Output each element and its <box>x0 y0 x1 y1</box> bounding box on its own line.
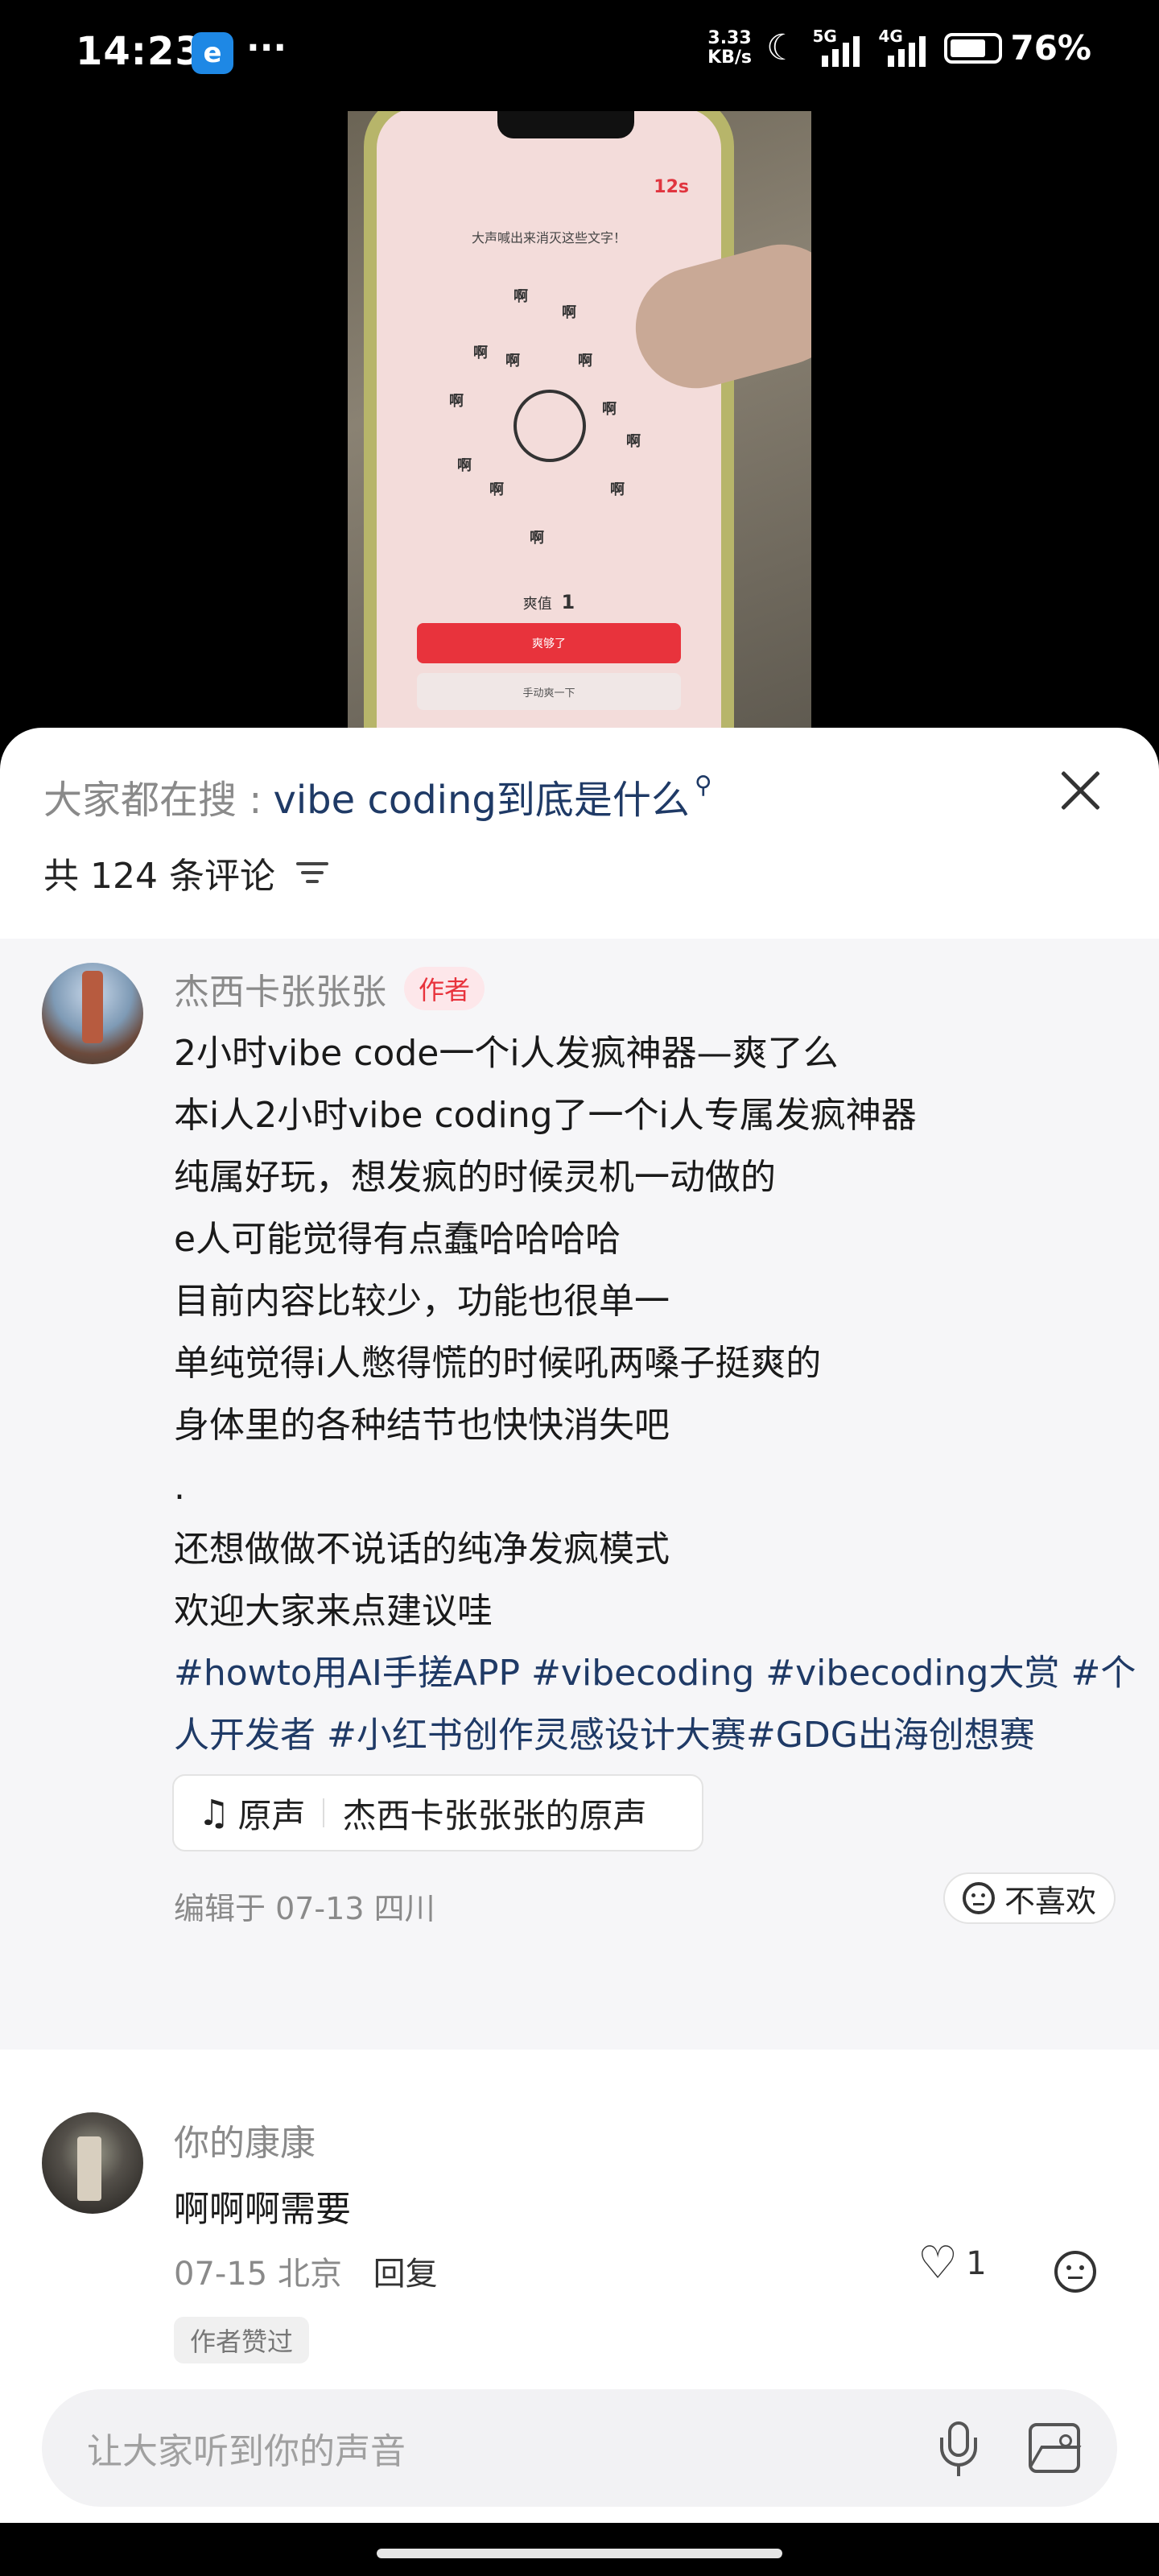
comment-line: 还想做做不说话的纯净发疯模式 <box>174 1529 670 1570</box>
dislike-button[interactable]: 不喜欢 <box>942 1872 1116 1924</box>
score-label: 爽值 <box>522 596 552 613</box>
ahh-text: 啊 <box>473 345 488 361</box>
like-count: 1 <box>966 2245 987 2282</box>
comment-item: 你的康康 啊啊啊需要 07-15 北京 回复 ♡ 1 作者赞过 <box>0 2112 1159 2402</box>
comment-input-placeholder: 让大家听到你的声音 <box>87 2431 406 2472</box>
comment-text[interactable]: 啊啊啊需要 <box>174 2180 351 2231</box>
status-indicators: 3.33 KB/s ☾ 5G 4G 76% <box>707 26 1091 69</box>
ahh-text: 啊 <box>626 433 641 450</box>
comment-count: 共 124 条评论 <box>43 847 332 898</box>
comment-meta: 07-15 北京 回复 <box>174 2248 438 2294</box>
face-illustration <box>514 390 586 462</box>
search-suggestion[interactable]: 大家都在搜 : vibe coding到底是什么 ⚲ <box>43 768 712 824</box>
ahh-text: 啊 <box>562 304 576 321</box>
sound-label: 原声 <box>237 1795 306 1835</box>
comment-count-label: 共 124 条评论 <box>43 856 275 897</box>
like-button[interactable]: ♡ 1 <box>918 2241 987 2286</box>
video-secondary-button: 手动爽一下 <box>417 673 681 710</box>
more-notifications-icon: ··· <box>246 27 287 68</box>
music-note-icon: ♫ <box>198 1792 230 1834</box>
ahh-text: 啊 <box>505 353 520 369</box>
app-notification-icon: e <box>192 32 233 74</box>
close-button[interactable] <box>1058 768 1103 813</box>
author-comment-text: 2小时vibe code一个i人发疯神器—爽了么 本i人2小时vibe codi… <box>174 1022 1136 1828</box>
heart-icon: ♡ <box>918 2237 959 2289</box>
moon-icon: ☾ <box>766 27 798 68</box>
signal-4g-icon: 4G <box>878 26 930 67</box>
comment-line: . <box>174 1467 185 1508</box>
image-icon[interactable] <box>1029 2423 1080 2473</box>
video-timer: 12s <box>654 177 689 197</box>
comment-line: e人可能觉得有点蠢哈哈哈哈 <box>174 1219 621 1260</box>
author-name-row: 杰西卡张张张 作者 <box>174 963 485 1014</box>
hashtag-line[interactable]: #howto用AI手搓APP #vibecoding #vibecoding大赏… <box>174 1642 1136 1704</box>
avatar[interactable] <box>42 963 143 1064</box>
home-indicator[interactable] <box>377 2549 782 2558</box>
network-speed-value: 3.33 <box>707 27 752 48</box>
comment-line: 2小时vibe code一个i人发疯神器—爽了么 <box>174 1033 839 1074</box>
comment-line: 目前内容比较少，功能也很单一 <box>174 1281 670 1322</box>
comment-line: 身体里的各种结节也快快消失吧 <box>174 1405 670 1446</box>
avatar[interactable] <box>42 2112 143 2214</box>
network-speed: 3.33 KB/s <box>707 27 753 68</box>
ahh-text: 啊 <box>602 401 617 418</box>
comment-line: 纯属好玩，想发疯的时候灵机一动做的 <box>174 1157 776 1198</box>
edit-meta: 编辑于 07-13 四川 <box>174 1891 435 1926</box>
comment-line: 单纯觉得i人憋得慌的时候吼两嗓子挺爽的 <box>174 1343 822 1384</box>
video-player[interactable]: 12s 大声喊出来消灭这些文字！ 啊 啊 啊 啊 啊 啊 啊 啊 啊 啊 啊 啊… <box>0 106 1159 734</box>
network-speed-unit: KB/s <box>707 47 753 68</box>
ahh-text: 啊 <box>457 457 472 474</box>
sound-name: 杰西卡张张张的原声 <box>342 1795 647 1835</box>
comment-date-location: 07-15 北京 <box>174 2256 342 2293</box>
ahh-text: 啊 <box>610 481 625 498</box>
comment-line: 欢迎大家来点建议哇 <box>174 1591 493 1632</box>
status-bar: 14:23 e ··· 3.33 KB/s ☾ 5G 4G 76% <box>0 0 1159 106</box>
author-comment: 杰西卡张张张 作者 2小时vibe code一个i人发疯神器—爽了么 本i人2小… <box>0 939 1159 2050</box>
author-name[interactable]: 杰西卡张张张 <box>174 963 386 1014</box>
battery-indicator: 76% <box>944 28 1091 68</box>
video-prompt: 大声喊出来消灭这些文字！ <box>471 230 626 246</box>
dislike-label: 不喜欢 <box>1004 1883 1096 1919</box>
author-badge: 作者 <box>404 967 485 1010</box>
battery-percent: 76% <box>1010 28 1091 68</box>
dislike-face-icon[interactable] <box>1054 2251 1096 2293</box>
original-sound-pill[interactable]: ♫ 原声 杰西卡张张张的原声 <box>172 1774 703 1852</box>
video-primary-button: 爽够了 <box>417 623 681 663</box>
ahh-text: 啊 <box>578 353 592 369</box>
commenter-name[interactable]: 你的康康 <box>174 2114 316 2165</box>
ahh-text: 啊 <box>449 393 464 410</box>
comments-sheet: 大家都在搜 : vibe coding到底是什么 ⚲ 共 124 条评论 杰西卡… <box>0 728 1159 2523</box>
ahh-text: 啊 <box>514 288 528 305</box>
phone-in-video: 12s 大声喊出来消灭这些文字！ 啊 啊 啊 啊 啊 啊 啊 啊 啊 啊 啊 啊… <box>364 111 734 734</box>
search-suggestion-query[interactable]: vibe coding到底是什么 <box>273 768 689 824</box>
sort-icon[interactable] <box>295 861 332 885</box>
hashtag-line[interactable]: 人开发者 #小红书创作灵感设计大赛#GDG出海创想赛 <box>174 1704 1116 1766</box>
reply-button[interactable]: 回复 <box>373 2256 438 2293</box>
signal-5g-icon: 5G <box>812 26 864 67</box>
microphone-icon[interactable] <box>940 2421 977 2476</box>
phone-screen: 12s 大声喊出来消灭这些文字！ 啊 啊 啊 啊 啊 啊 啊 啊 啊 啊 啊 啊… <box>377 111 721 734</box>
search-suggestion-prefix: 大家都在搜 : <box>43 778 262 823</box>
author-liked-badge: 作者赞过 <box>174 2317 310 2363</box>
search-icon: ⚲ <box>694 770 712 799</box>
battery-icon <box>944 32 1003 64</box>
ahh-text: 啊 <box>530 530 544 547</box>
signal-5g-label: 5G <box>812 26 837 46</box>
ahh-text: 啊 <box>489 481 504 498</box>
status-time: 14:23 <box>76 29 203 74</box>
score-display: 爽值 1 <box>377 591 721 613</box>
neutral-face-icon <box>962 1882 995 1914</box>
signal-4g-label: 4G <box>878 26 903 46</box>
score-value: 1 <box>561 591 575 613</box>
comment-line: 本i人2小时vibe coding了一个i人专属发疯神器 <box>174 1095 917 1136</box>
video-frame[interactable]: 12s 大声喊出来消灭这些文字！ 啊 啊 啊 啊 啊 啊 啊 啊 啊 啊 啊 啊… <box>348 111 811 734</box>
